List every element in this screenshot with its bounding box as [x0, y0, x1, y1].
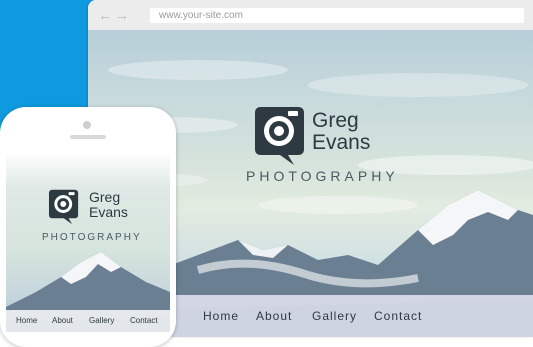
- nav-home[interactable]: Home: [203, 309, 239, 323]
- nav-contact[interactable]: Contact: [130, 316, 158, 325]
- site-name: Greg Evans: [312, 109, 371, 154]
- url-bar[interactable]: www.your-site.com: [150, 8, 524, 23]
- arrow-left-icon[interactable]: ←: [98, 7, 112, 23]
- phone-mockup: Greg Evans PHOTOGRAPHY Home About Galler…: [0, 107, 176, 347]
- phone-speaker: [70, 135, 106, 139]
- nav-home[interactable]: Home: [16, 316, 37, 325]
- camera-speech-bubble-icon: [48, 189, 79, 225]
- nav-contact[interactable]: Contact: [374, 309, 422, 323]
- phone-camera: [83, 121, 91, 129]
- phone-screen: Greg Evans PHOTOGRAPHY Home About Galler…: [6, 152, 170, 332]
- nav-gallery[interactable]: Gallery: [89, 316, 114, 325]
- site-name: Greg Evans: [89, 189, 128, 220]
- nav-about[interactable]: About: [52, 316, 73, 325]
- browser-toolbar: ← → www.your-site.com: [88, 0, 533, 30]
- arrow-right-icon[interactable]: →: [115, 7, 129, 23]
- phone-nav: Home About Gallery Contact: [6, 310, 170, 332]
- nav-about[interactable]: About: [256, 309, 292, 323]
- site-tagline: PHOTOGRAPHY: [246, 168, 399, 184]
- site-tagline: PHOTOGRAPHY: [42, 232, 142, 243]
- nav-gallery[interactable]: Gallery: [312, 309, 357, 323]
